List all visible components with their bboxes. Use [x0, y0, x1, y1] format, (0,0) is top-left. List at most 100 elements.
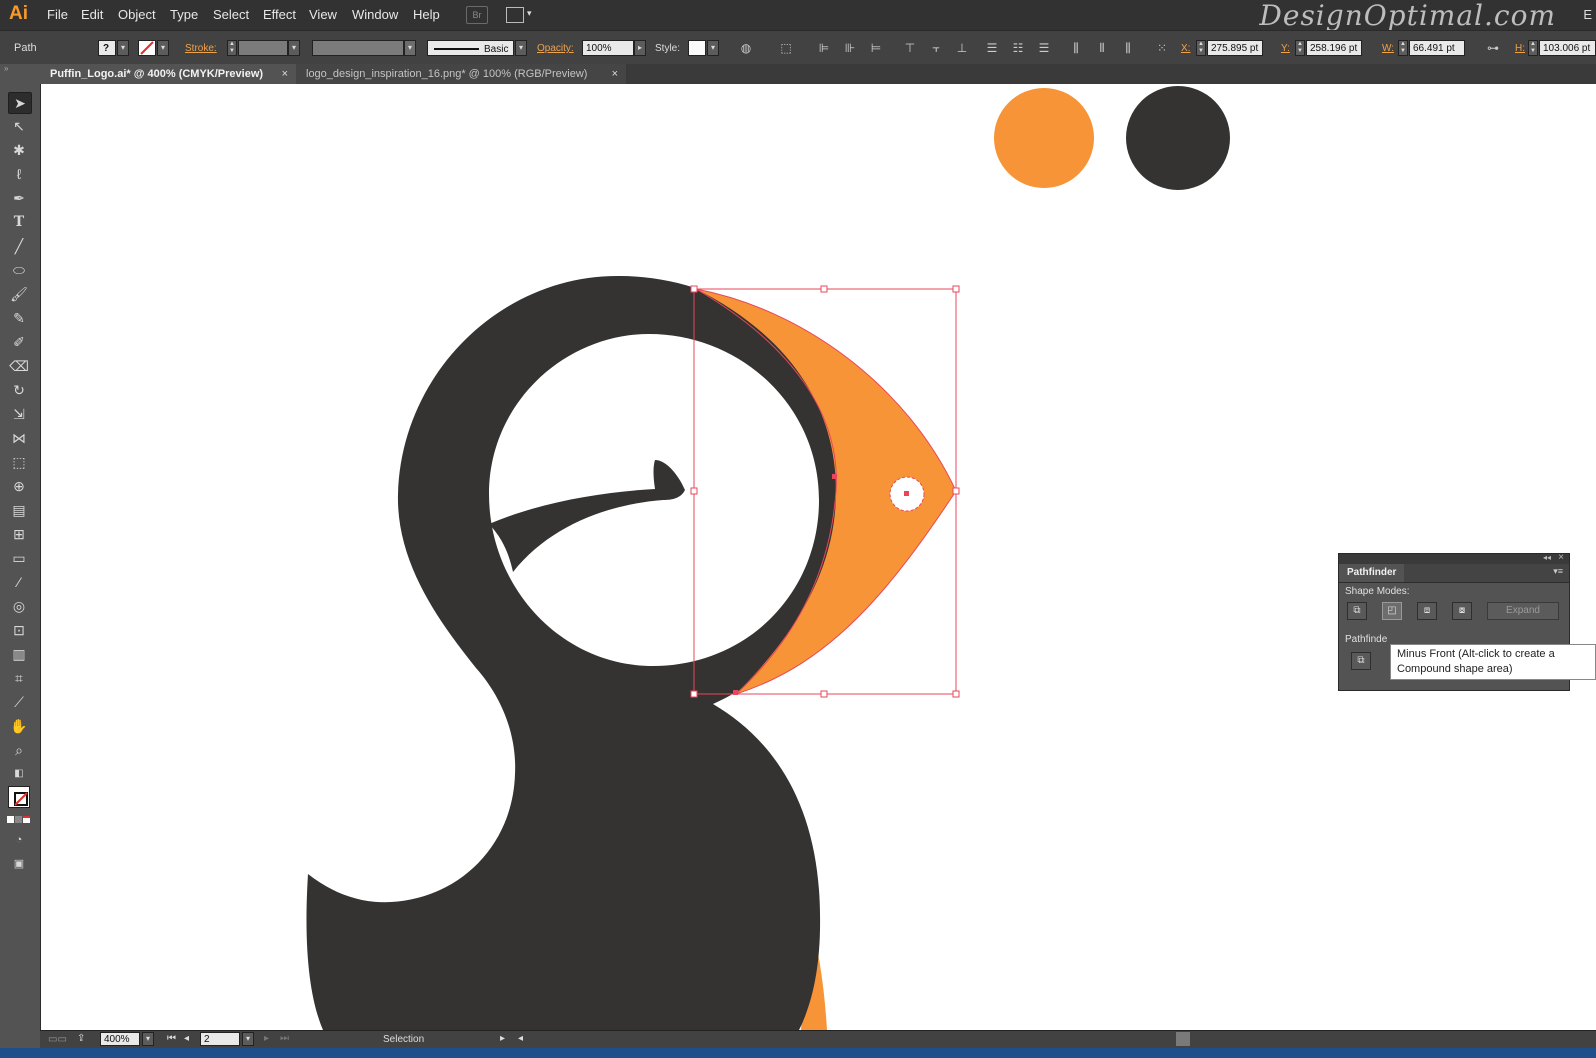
- align-horizontal-center-icon[interactable]: ⊪: [843, 41, 857, 55]
- brush-definition[interactable]: Basic: [427, 40, 514, 56]
- magic-wand-tool-icon[interactable]: ✱: [8, 140, 30, 160]
- brush-dropdown[interactable]: ▾: [515, 40, 527, 56]
- variable-width-profile[interactable]: [312, 40, 404, 56]
- color-modes-icon[interactable]: [7, 816, 31, 824]
- tab-close-icon[interactable]: ×: [612, 64, 618, 84]
- menu-help[interactable]: Help: [413, 7, 440, 22]
- default-colors-icon[interactable]: ◧: [8, 764, 30, 784]
- align-left-icon[interactable]: ⊫: [817, 41, 831, 55]
- w-field[interactable]: 66.491 pt: [1409, 40, 1465, 56]
- puffin-body[interactable]: [306, 275, 851, 1030]
- blend-tool-icon[interactable]: ◎: [8, 596, 30, 616]
- line-tool-icon[interactable]: ╱: [8, 236, 30, 256]
- x-spinner[interactable]: ▲ ▼: [1196, 40, 1206, 56]
- style-dropdown[interactable]: ▾: [707, 40, 719, 56]
- first-artboard-icon[interactable]: ⏮: [167, 1033, 176, 1044]
- panel-collapse-icon[interactable]: »: [4, 64, 8, 73]
- artboard-dropdown[interactable]: ▾: [242, 1032, 254, 1046]
- menu-view[interactable]: View: [309, 7, 337, 22]
- type-tool-icon[interactable]: T: [8, 212, 30, 232]
- status-menu-arrow[interactable]: ▸: [500, 1033, 505, 1044]
- w-spinner[interactable]: ▲ ▼: [1398, 40, 1408, 56]
- eye-stripe[interactable]: [489, 460, 685, 572]
- menu-window[interactable]: Window: [352, 7, 398, 22]
- menu-effect[interactable]: Effect: [263, 7, 296, 22]
- align-bottom-icon[interactable]: ⊥: [955, 41, 969, 55]
- blob-brush-tool-icon[interactable]: ✐: [8, 332, 30, 352]
- fill-dropdown[interactable]: ▾: [117, 40, 129, 56]
- previous-artboard-icon[interactable]: ◂: [184, 1033, 189, 1044]
- menu-type[interactable]: Type: [170, 7, 198, 22]
- distribute-top-icon[interactable]: ☰: [985, 41, 999, 55]
- menu-object[interactable]: Object: [118, 7, 156, 22]
- align-vertical-center-icon[interactable]: ⫟: [929, 41, 943, 55]
- menu-edit[interactable]: Edit: [81, 7, 103, 22]
- selection-tool-icon[interactable]: ➤: [8, 92, 32, 114]
- x-field[interactable]: 275.895 pt: [1207, 40, 1263, 56]
- profile-dropdown[interactable]: ▾: [404, 40, 416, 56]
- gradient-tool-icon[interactable]: ▭: [8, 548, 30, 568]
- ellipse-tool-icon[interactable]: ⬭: [8, 260, 30, 280]
- opacity-field[interactable]: 100%: [582, 40, 634, 56]
- distribute-right-icon[interactable]: ⫼: [1121, 41, 1135, 55]
- menu-select[interactable]: Select: [213, 7, 249, 22]
- paintbrush-tool-icon[interactable]: 🖌: [8, 284, 30, 304]
- distribute-horizontal-center-icon[interactable]: ⫴: [1095, 41, 1109, 55]
- pen-tool-icon[interactable]: ✒: [8, 188, 30, 208]
- next-artboard-icon[interactable]: ▸: [264, 1033, 269, 1044]
- align-top-icon[interactable]: ⊤: [903, 41, 917, 55]
- divide-button[interactable]: ⧉: [1351, 652, 1371, 670]
- screen-mode-icon[interactable]: ▣: [8, 854, 30, 874]
- stroke-label[interactable]: Stroke:: [185, 43, 217, 54]
- artboard-field[interactable]: 2: [200, 1032, 240, 1046]
- stroke-dropdown[interactable]: ▾: [157, 40, 169, 56]
- symbol-sprayer-tool-icon[interactable]: ⊡: [8, 620, 30, 640]
- zoom-field[interactable]: 400%: [100, 1032, 140, 1046]
- scroll-left-icon[interactable]: ◂: [518, 1033, 523, 1044]
- distribute-left-icon[interactable]: ⫼: [1069, 41, 1083, 55]
- y-field[interactable]: 258.196 pt: [1306, 40, 1362, 56]
- opacity-label[interactable]: Opacity:: [537, 43, 574, 54]
- tab-puffin-logo[interactable]: Puffin_Logo.ai* @ 400% (CMYK/Preview) ×: [40, 64, 296, 84]
- mesh-tool-icon[interactable]: ⊞: [8, 524, 30, 544]
- panel-header[interactable]: ◂◂ ×: [1339, 552, 1569, 564]
- lasso-tool-icon[interactable]: ℓ: [8, 164, 30, 184]
- zoom-tool-icon[interactable]: ⌕: [8, 740, 30, 760]
- orange-swatch-circle[interactable]: [994, 88, 1094, 188]
- rotate-tool-icon[interactable]: ↻: [8, 380, 30, 400]
- align-to-selection-icon[interactable]: ⬚: [779, 41, 793, 55]
- tab-close-icon[interactable]: ×: [282, 64, 288, 84]
- h-field[interactable]: 103.006 pt: [1539, 40, 1596, 56]
- dark-swatch-circle[interactable]: [1126, 86, 1230, 190]
- exclude-button[interactable]: ⧇: [1452, 602, 1472, 620]
- tab-pathfinder[interactable]: Pathfinder: [1339, 564, 1405, 582]
- y-spinner[interactable]: ▲ ▼: [1295, 40, 1305, 56]
- bridge-button[interactable]: Br: [466, 6, 488, 24]
- distribute-vertical-center-icon[interactable]: ☷: [1011, 41, 1025, 55]
- close-panel-icon[interactable]: ×: [1558, 552, 1564, 563]
- workspace-switcher-icon[interactable]: [506, 7, 524, 23]
- pencil-tool-icon[interactable]: ✎: [8, 308, 30, 328]
- intersect-button[interactable]: ⧈: [1417, 602, 1437, 620]
- stroke-weight-spinner[interactable]: ▲ ▼: [227, 40, 237, 56]
- direct-selection-tool-icon[interactable]: ↖: [8, 116, 30, 136]
- shape-builder-tool-icon[interactable]: ⊕: [8, 476, 30, 496]
- fill-stroke-indicator[interactable]: [8, 786, 30, 808]
- horizontal-scrollbar-thumb[interactable]: [1176, 1032, 1190, 1046]
- style-swatch[interactable]: [688, 40, 706, 56]
- column-graph-tool-icon[interactable]: ▥: [8, 644, 30, 664]
- width-tool-icon[interactable]: ⋈: [8, 428, 30, 448]
- drawing-modes-icon[interactable]: ◔: [8, 830, 30, 850]
- distribute-bottom-icon[interactable]: ☰: [1037, 41, 1051, 55]
- workspace-dropdown-icon[interactable]: ▾: [527, 8, 532, 19]
- reference-point-icon[interactable]: ⁙: [1155, 41, 1169, 55]
- hand-tool-icon[interactable]: ✋: [8, 716, 30, 736]
- scale-tool-icon[interactable]: ⇲: [8, 404, 30, 424]
- menu-file[interactable]: File: [47, 7, 68, 22]
- fill-swatch[interactable]: ?: [98, 40, 116, 56]
- collapse-panel-icon[interactable]: ◂◂: [1543, 553, 1551, 562]
- stroke-weight-dropdown[interactable]: ▾: [288, 40, 300, 56]
- unite-button[interactable]: ⧉: [1347, 602, 1367, 620]
- slice-tool-icon[interactable]: ⟋: [8, 692, 30, 712]
- minus-front-button[interactable]: ◰: [1382, 602, 1402, 620]
